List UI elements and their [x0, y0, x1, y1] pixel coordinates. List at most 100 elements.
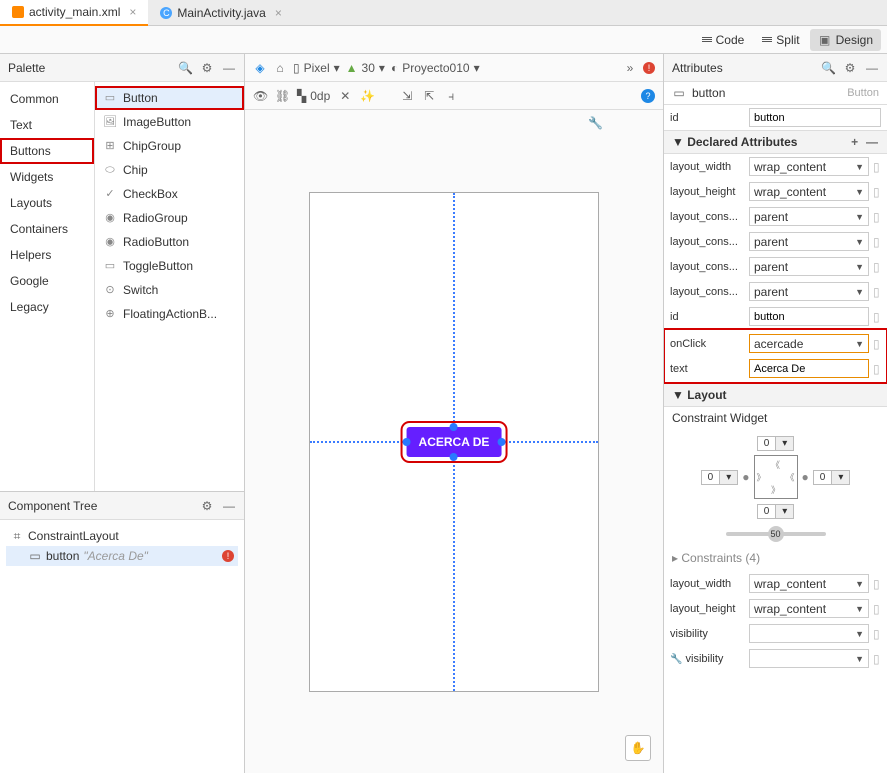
- theme-select[interactable]: ◐ Proyecto010 ▾: [391, 61, 480, 75]
- widget-chipgroup[interactable]: ⊞ChipGroup: [95, 134, 244, 158]
- tree-button[interactable]: ▭ button "Acerca De" !: [6, 546, 238, 566]
- design-icon: ▣: [818, 33, 832, 47]
- wrench-icon[interactable]: 🔧: [588, 116, 603, 130]
- widget-radiogroup[interactable]: ◉RadioGroup: [95, 206, 244, 230]
- design-view-button[interactable]: ▣ Design: [810, 29, 881, 51]
- combo[interactable]: wrap_content▼: [749, 599, 869, 618]
- combo[interactable]: ▼: [749, 624, 869, 643]
- flag-icon[interactable]: ▯: [873, 337, 881, 351]
- widget-checkbox[interactable]: ✓CheckBox: [95, 182, 244, 206]
- more-icon[interactable]: »: [623, 61, 637, 75]
- cat-google[interactable]: Google: [0, 268, 94, 294]
- handle-right[interactable]: [497, 438, 505, 446]
- id-input[interactable]: [749, 108, 881, 127]
- widget-button[interactable]: ▭Button: [95, 86, 244, 110]
- minimize-icon[interactable]: —: [865, 61, 879, 75]
- handle-top[interactable]: [450, 423, 458, 431]
- combo[interactable]: wrap_content▼: [749, 182, 869, 201]
- search-icon[interactable]: 🔍: [821, 61, 835, 75]
- combo[interactable]: wrap_content▼: [749, 157, 869, 176]
- align-icon[interactable]: ⇱: [422, 89, 436, 103]
- flag-icon[interactable]: ▯: [873, 185, 881, 199]
- widget-switch[interactable]: ⊙Switch: [95, 278, 244, 302]
- tab-activity-main[interactable]: activity_main.xml ×: [0, 0, 148, 26]
- error-icon[interactable]: !: [222, 550, 234, 562]
- cw-top[interactable]: 0▾: [757, 436, 795, 451]
- minus-icon[interactable]: —: [865, 135, 879, 149]
- tab-mainactivity[interactable]: C MainActivity.java ×: [148, 0, 294, 26]
- handle-left[interactable]: [403, 438, 411, 446]
- cw-right[interactable]: 0▾: [813, 470, 851, 485]
- flag-icon[interactable]: ▯: [873, 210, 881, 224]
- wand-icon[interactable]: ✨: [360, 89, 374, 103]
- flag-icon[interactable]: ▯: [873, 160, 881, 174]
- flag-icon[interactable]: ▯: [873, 235, 881, 249]
- flag-icon[interactable]: ▯: [873, 362, 881, 376]
- device-select[interactable]: ▯ Pixel ▾: [293, 61, 340, 75]
- minimize-icon[interactable]: —: [222, 499, 236, 513]
- split-view-button[interactable]: Split: [754, 29, 807, 51]
- combo[interactable]: parent▼: [749, 257, 869, 276]
- close-icon[interactable]: ×: [275, 6, 282, 20]
- cat-common[interactable]: Common: [0, 86, 94, 112]
- cw-left[interactable]: 0▾: [701, 470, 739, 485]
- combo[interactable]: ▼: [749, 649, 869, 668]
- canvas-button-element[interactable]: ACERCA DE: [407, 427, 502, 457]
- combo[interactable]: parent▼: [749, 232, 869, 251]
- gear-icon[interactable]: ⚙: [200, 61, 214, 75]
- layers-icon[interactable]: ◈: [253, 61, 267, 75]
- clear-icon[interactable]: ✕: [338, 89, 352, 103]
- cat-layouts[interactable]: Layouts: [0, 190, 94, 216]
- design-canvas[interactable]: 🔧 ACERCA DE ✋: [245, 110, 663, 773]
- flag-icon[interactable]: ▯: [873, 602, 881, 616]
- minimize-icon[interactable]: —: [222, 61, 236, 75]
- close-icon[interactable]: ×: [129, 5, 136, 19]
- layout-section[interactable]: ▼ Layout: [664, 383, 887, 407]
- gear-icon[interactable]: ⚙: [200, 499, 214, 513]
- align-icon[interactable]: ⇲: [400, 89, 414, 103]
- help-icon[interactable]: ?: [641, 89, 655, 103]
- magnet-icon[interactable]: ⛓: [275, 89, 289, 103]
- flag-icon[interactable]: ▯: [873, 310, 881, 324]
- cat-text[interactable]: Text: [0, 112, 94, 138]
- cw-bottom[interactable]: 0▾: [757, 504, 795, 519]
- constraints-row[interactable]: ▸ Constraints (4): [664, 545, 887, 571]
- widget-fab[interactable]: ⊕FloatingActionB...: [95, 302, 244, 326]
- combo[interactable]: parent▼: [749, 282, 869, 301]
- handle-bottom[interactable]: [450, 453, 458, 461]
- cw-box[interactable]: 《 》 》 《: [754, 455, 798, 499]
- combo[interactable]: parent▼: [749, 207, 869, 226]
- guides-icon[interactable]: ⫞: [444, 89, 458, 103]
- dp-select[interactable]: ▚ 0dp: [297, 89, 330, 103]
- combo[interactable]: wrap_content▼: [749, 574, 869, 593]
- search-icon[interactable]: 🔍: [178, 61, 192, 75]
- orientation-icon[interactable]: ⌂: [273, 61, 287, 75]
- tree-root[interactable]: ⌗ ConstraintLayout: [6, 526, 238, 546]
- cat-buttons[interactable]: Buttons: [0, 138, 94, 164]
- gear-icon[interactable]: ⚙: [843, 61, 857, 75]
- code-view-button[interactable]: Code: [694, 29, 753, 51]
- flag-icon[interactable]: ▯: [873, 627, 881, 641]
- text-input[interactable]: [749, 359, 869, 378]
- cat-helpers[interactable]: Helpers: [0, 242, 94, 268]
- widget-togglebutton[interactable]: ▭ToggleButton: [95, 254, 244, 278]
- api-select[interactable]: ▲ 30 ▾: [346, 61, 385, 75]
- plus-icon[interactable]: +: [848, 135, 862, 149]
- widget-radiobutton[interactable]: ◉RadioButton: [95, 230, 244, 254]
- pan-tool[interactable]: ✋: [625, 735, 651, 761]
- bias-slider[interactable]: 50: [726, 532, 826, 536]
- cat-legacy[interactable]: Legacy: [0, 294, 94, 320]
- eye-icon[interactable]: 👁: [253, 89, 267, 103]
- widget-imagebutton[interactable]: 🖼ImageButton: [95, 110, 244, 134]
- cat-widgets[interactable]: Widgets: [0, 164, 94, 190]
- flag-icon[interactable]: ▯: [873, 652, 881, 666]
- declared-section[interactable]: ▼ Declared Attributes + —: [664, 130, 887, 154]
- onclick-combo[interactable]: acercade▼: [749, 334, 869, 353]
- flag-icon[interactable]: ▯: [873, 577, 881, 591]
- cat-containers[interactable]: Containers: [0, 216, 94, 242]
- flag-icon[interactable]: ▯: [873, 260, 881, 274]
- error-icon[interactable]: !: [643, 62, 655, 74]
- input[interactable]: [749, 307, 869, 326]
- widget-chip[interactable]: ⬭Chip: [95, 158, 244, 182]
- flag-icon[interactable]: ▯: [873, 285, 881, 299]
